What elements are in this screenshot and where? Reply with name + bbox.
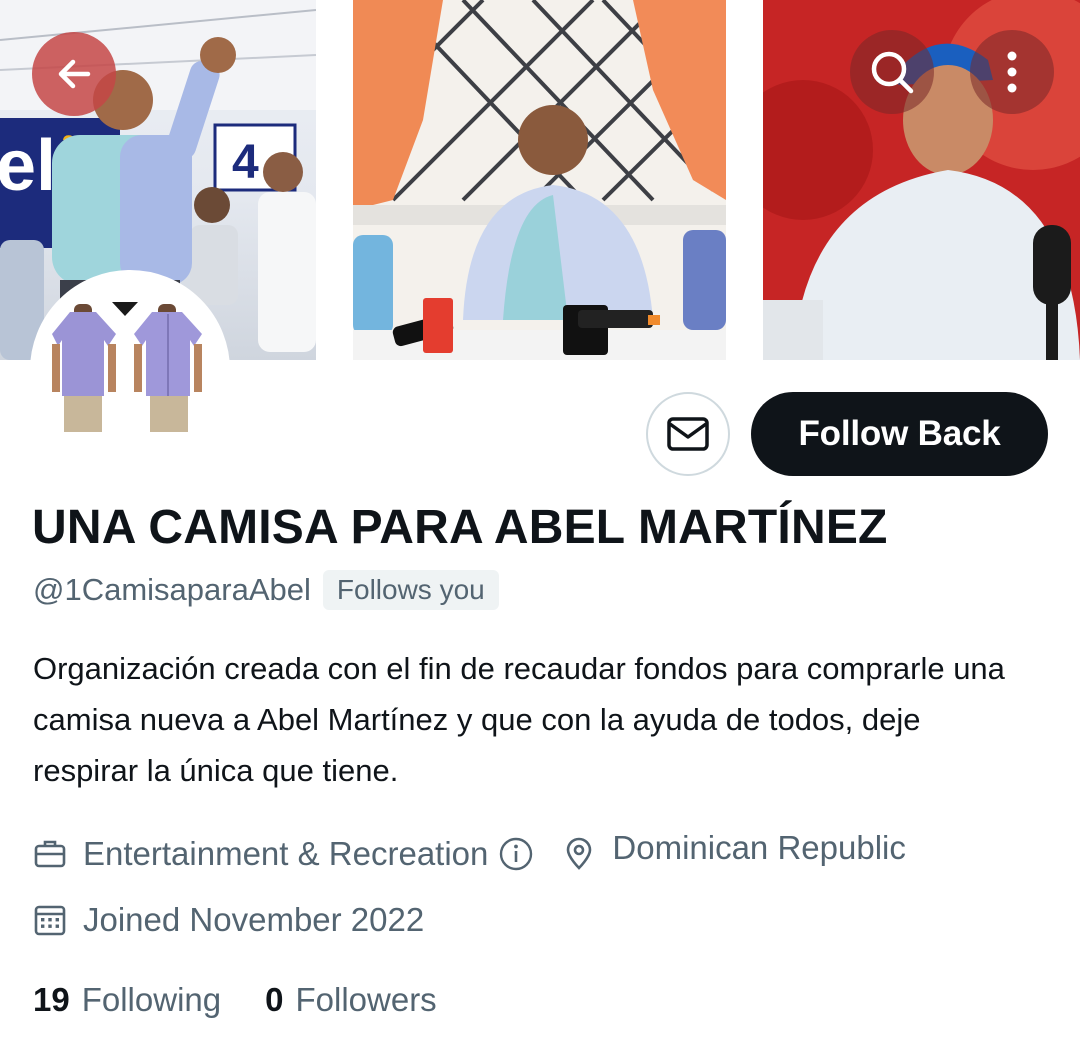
sign-text: el: [0, 126, 56, 206]
followers-count: 0: [265, 981, 284, 1018]
banner-photo-press: [353, 0, 726, 360]
search-icon: [871, 51, 914, 94]
search-button[interactable]: [850, 30, 934, 114]
followers-stat[interactable]: 0 Followers: [265, 981, 437, 1019]
user-handle: @1CamisaparaAbel: [33, 572, 311, 607]
joined-item: Joined November 2022: [33, 901, 424, 939]
joined-label: Joined November 2022: [83, 901, 425, 938]
display-name: UNA CAMISA PARA ABEL MARTÍNEZ: [32, 501, 888, 554]
followers-label: Followers: [295, 981, 437, 1018]
location-item: Dominican Republic: [564, 829, 906, 873]
arrow-left-icon: [58, 59, 91, 89]
banner-photo-press-art: [353, 0, 726, 360]
location-label: Dominican Republic: [612, 829, 906, 866]
following-stat[interactable]: 19 Following: [33, 981, 221, 1019]
profile-meta-row: Entertainment & Recreation Dominican Rep…: [33, 826, 906, 882]
category-label: Entertainment & Recreation: [83, 835, 489, 872]
following-label: Following: [81, 981, 222, 1018]
follow-stats: 19 Following 0 Followers: [33, 975, 437, 1025]
info-icon[interactable]: [498, 836, 534, 872]
back-button[interactable]: [32, 32, 116, 116]
avatar-shirts-image: [34, 274, 226, 466]
handle-row: @1CamisaparaAbel Follows you: [33, 568, 499, 612]
follows-you-badge: Follows you: [322, 570, 499, 610]
category-item: Entertainment & Recreation: [33, 835, 534, 873]
sign-small-number: 4: [232, 136, 259, 189]
follow-back-button[interactable]: Follow Back: [751, 392, 1048, 476]
briefcase-icon: [34, 840, 66, 868]
calendar-icon: [34, 905, 66, 936]
following-count: 19: [33, 981, 70, 1018]
joined-row: Joined November 2022: [33, 892, 424, 948]
profile-avatar[interactable]: [30, 270, 230, 470]
more-options-button[interactable]: [970, 30, 1054, 114]
more-vertical-icon: [1007, 51, 1017, 93]
message-button[interactable]: [646, 392, 730, 476]
location-pin-icon: [567, 837, 592, 870]
envelope-icon: [667, 417, 709, 451]
profile-bio: Organización creada con el fin de recaud…: [33, 651, 1005, 788]
